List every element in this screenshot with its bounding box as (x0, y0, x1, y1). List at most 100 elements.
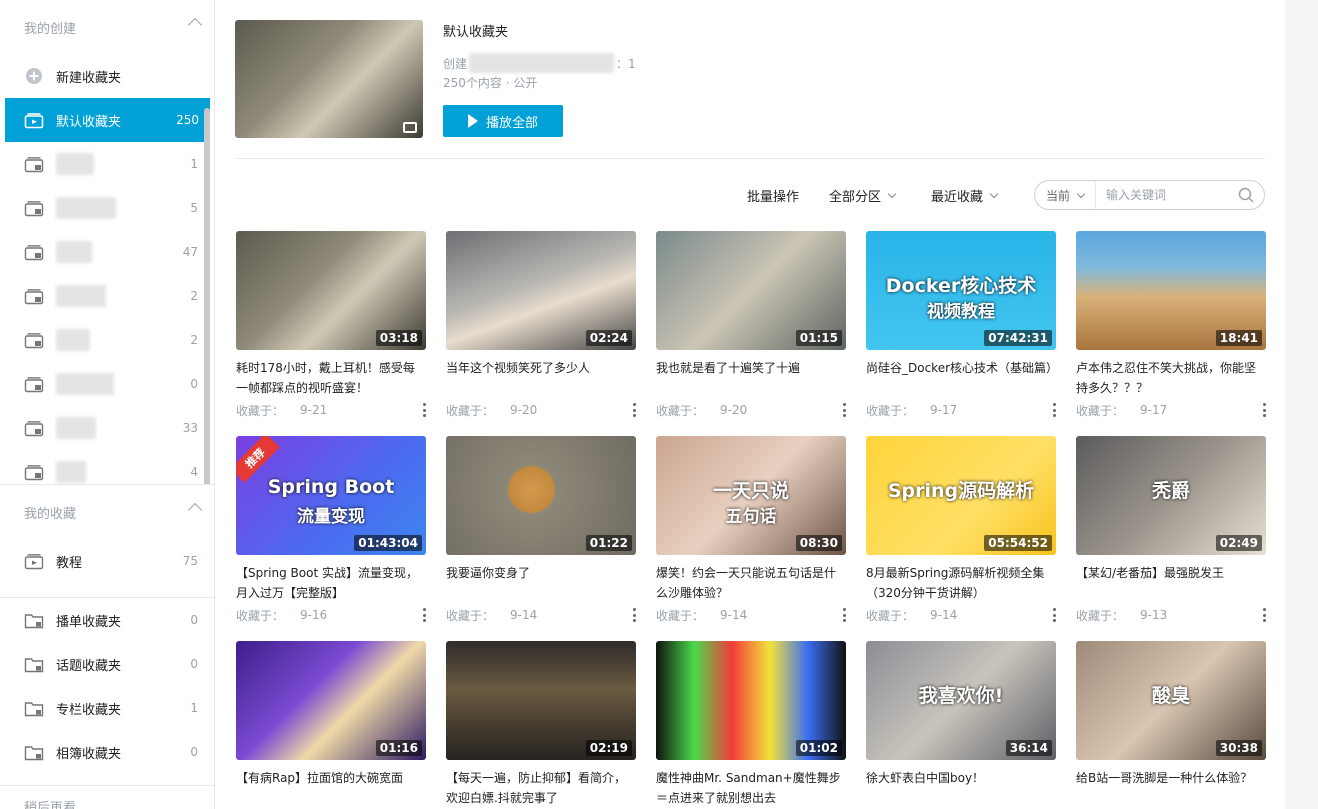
video-thumbnail[interactable]: 01:16 (236, 641, 426, 760)
video-title[interactable]: 尚硅谷_Docker核心技术（基础篇） (866, 358, 1056, 398)
video-title[interactable]: 【Spring Boot 实战】流量变现，月入过万【完整版】 (236, 563, 426, 603)
video-card[interactable]: Spring源码解析 05:54:52 8月最新Spring源码解析视频全集（320… (866, 436, 1056, 624)
sidebar-item-default-folder[interactable]: 默认收藏夹 250 (5, 98, 210, 142)
folder-label: 相簿收藏夹 (56, 746, 122, 762)
video-title[interactable]: 魔性神曲Mr. Sandman+魔性舞步＝点进来了就别想出去 (656, 768, 846, 808)
video-meta: 收藏于： 9-16 (236, 606, 426, 624)
sidebar-item-other-folder[interactable]: 相簿收藏夹 0 (0, 730, 214, 774)
video-thumbnail[interactable]: 01:02 (656, 641, 846, 760)
more-options-icon[interactable] (1262, 403, 1266, 417)
locked-folder-icon (24, 155, 44, 173)
sidebar-item-private-folder[interactable]: 2 (0, 318, 214, 362)
video-thumbnail[interactable]: 我喜欢你! 36:14 (866, 641, 1056, 760)
more-options-icon[interactable] (422, 608, 426, 622)
tv-folder-icon (24, 111, 44, 129)
video-title[interactable]: 爆笑！约会一天只能说五句话是什么沙雕体验？ (656, 563, 846, 603)
video-title[interactable]: 我要逼你变身了 (446, 563, 636, 603)
video-thumbnail[interactable]: 一天只说 五句话 08:30 (656, 436, 846, 555)
video-thumbnail[interactable]: 01:22 (446, 436, 636, 555)
video-thumbnail[interactable]: 03:18 (236, 231, 426, 350)
watch-later-header[interactable]: 稍后再看 (0, 786, 214, 809)
folder-label: 话题收藏夹 (56, 658, 122, 674)
play-all-button[interactable]: 播放全部 (443, 105, 563, 137)
chevron-down-icon (1076, 189, 1086, 198)
video-thumbnail[interactable]: 推荐 Spring Boot 流量变现 01:43:04 (236, 436, 426, 555)
sidebar-item-private-folder[interactable]: 1 (0, 142, 214, 186)
video-card[interactable]: 酸臭 30:38 给B站一哥洗脚是一种什么体验？ (1076, 641, 1266, 808)
my-created-header[interactable]: 我的创建 (0, 0, 214, 54)
sidebar-item-other-folder[interactable]: 话题收藏夹 0 (0, 642, 214, 686)
video-thumbnail[interactable]: 02:24 (446, 231, 636, 350)
video-card[interactable]: 推荐 Spring Boot 流量变现 01:43:04 【Spring Boot 实战… (236, 436, 426, 624)
video-thumbnail[interactable]: Spring源码解析 05:54:52 (866, 436, 1056, 555)
folder-creator-line: 创建 ：1 (443, 53, 636, 73)
video-thumbnail[interactable]: 01:15 (656, 231, 846, 350)
video-card[interactable]: 01:16 【有病Rap】拉面馆的大碗宽面 (236, 641, 426, 808)
locked-folder-icon (24, 419, 44, 437)
more-options-icon[interactable] (842, 608, 846, 622)
folder-name-redacted (56, 329, 90, 351)
video-thumbnail[interactable]: 02:19 (446, 641, 636, 760)
video-thumbnail[interactable]: 秃爵 02:49 (1076, 436, 1266, 555)
more-options-icon[interactable] (1052, 608, 1056, 622)
sort-dropdown[interactable]: 最近收藏 (931, 180, 999, 210)
batch-ops-button[interactable]: 批量操作 (747, 180, 799, 210)
video-title[interactable]: 8月最新Spring源码解析视频全集（320分钟干货讲解） (866, 563, 1056, 603)
sidebar-item-private-folder[interactable]: 4 (0, 450, 214, 484)
video-duration: 02:49 (1215, 535, 1262, 551)
folder-meta: 250个内容 · 公开 (443, 76, 538, 90)
search-icon[interactable] (1238, 187, 1254, 203)
video-thumbnail[interactable]: 18:41 (1076, 231, 1266, 350)
video-title[interactable]: 给B站一哥洗脚是一种什么体验？ (1076, 768, 1266, 808)
my-collect-header[interactable]: 我的收藏 (0, 485, 214, 539)
collected-date: 9-20 (720, 403, 748, 417)
search-input[interactable] (1096, 188, 1231, 202)
new-folder-button[interactable]: 新建收藏夹 (0, 54, 214, 98)
video-card[interactable]: Docker核心技术 视频教程 07:42:31 尚硅谷_Docker核心技术（基础篇… (866, 231, 1056, 419)
video-card[interactable]: 我喜欢你! 36:14 徐大虾表白中国boy！ (866, 641, 1056, 808)
more-options-icon[interactable] (632, 403, 636, 417)
folder-cover[interactable] (235, 20, 423, 138)
search-scope-dropdown[interactable]: 当前 (1035, 181, 1096, 209)
video-card[interactable]: 01:15 我也就是看了十遍笑了十遍 收藏于： 9-20 (656, 231, 846, 419)
video-card[interactable]: 18:41 卢本伟之忍住不笑大挑战，你能坚持多久？？？ 收藏于： 9-17 (1076, 231, 1266, 419)
thumbnail-caption: Docker核心技术 (885, 275, 1037, 297)
sidebar-item-private-folder[interactable]: 33 (0, 406, 214, 450)
video-title[interactable]: 我也就是看了十遍笑了十遍 (656, 358, 846, 398)
video-title[interactable]: 【每天一遍，防止抑郁】看简介，欢迎白嫖.抖就完事了 (446, 768, 636, 808)
tv-icon (403, 122, 417, 133)
video-card[interactable]: 一天只说 五句话 08:30 爆笑！约会一天只能说五句话是什么沙雕体验？ 收藏于： 9-1… (656, 436, 846, 624)
video-card[interactable]: 秃爵 02:49 【某幻/老番茄】最强脱发王 收藏于： 9-13 (1076, 436, 1266, 624)
video-title[interactable]: 当年这个视频笑死了多少人 (446, 358, 636, 398)
video-card[interactable]: 01:02 魔性神曲Mr. Sandman+魔性舞步＝点进来了就别想出去 (656, 641, 846, 808)
sidebar-scrollbar[interactable] (204, 108, 210, 484)
sidebar-item-private-folder[interactable]: 47 (0, 230, 214, 274)
more-options-icon[interactable] (1262, 608, 1266, 622)
video-title[interactable]: 徐大虾表白中国boy！ (866, 768, 1056, 808)
video-thumbnail[interactable]: 酸臭 30:38 (1076, 641, 1266, 760)
sidebar-item-tutorial[interactable]: 教程 75 (0, 539, 214, 583)
more-options-icon[interactable] (842, 403, 846, 417)
video-duration: 02:24 (585, 330, 632, 346)
more-options-icon[interactable] (632, 608, 636, 622)
more-options-icon[interactable] (1052, 403, 1056, 417)
sidebar-item-other-folder[interactable]: 播单收藏夹 0 (0, 598, 214, 642)
video-title[interactable]: 【有病Rap】拉面馆的大碗宽面 (236, 768, 426, 808)
more-options-icon[interactable] (422, 403, 426, 417)
sidebar-item-other-folder[interactable]: 专栏收藏夹 1 (0, 686, 214, 730)
chevron-up-icon[interactable] (187, 17, 203, 33)
video-card[interactable]: 02:19 【每天一遍，防止抑郁】看简介，欢迎白嫖.抖就完事了 (446, 641, 636, 808)
zone-dropdown[interactable]: 全部分区 (829, 180, 897, 210)
sidebar-item-private-folder[interactable]: 2 (0, 274, 214, 318)
folder-icon (24, 743, 44, 761)
video-title[interactable]: 卢本伟之忍住不笑大挑战，你能坚持多久？？？ (1076, 358, 1266, 398)
video-card[interactable]: 01:22 我要逼你变身了 收藏于： 9-14 (446, 436, 636, 624)
video-title[interactable]: 耗时178小时，戴上耳机！感受每一帧都踩点的视听盛宴！ (236, 358, 426, 398)
video-title[interactable]: 【某幻/老番茄】最强脱发王 (1076, 563, 1266, 603)
sidebar-item-private-folder[interactable]: 0 (0, 362, 214, 406)
video-thumbnail[interactable]: Docker核心技术 视频教程 07:42:31 (866, 231, 1056, 350)
video-card[interactable]: 02:24 当年这个视频笑死了多少人 收藏于： 9-20 (446, 231, 636, 419)
sidebar-item-private-folder[interactable]: 5 (0, 186, 214, 230)
video-card[interactable]: 03:18 耗时178小时，戴上耳机！感受每一帧都踩点的视听盛宴！ 收藏于： 9-21 (236, 231, 426, 419)
chevron-up-icon[interactable] (187, 502, 203, 518)
